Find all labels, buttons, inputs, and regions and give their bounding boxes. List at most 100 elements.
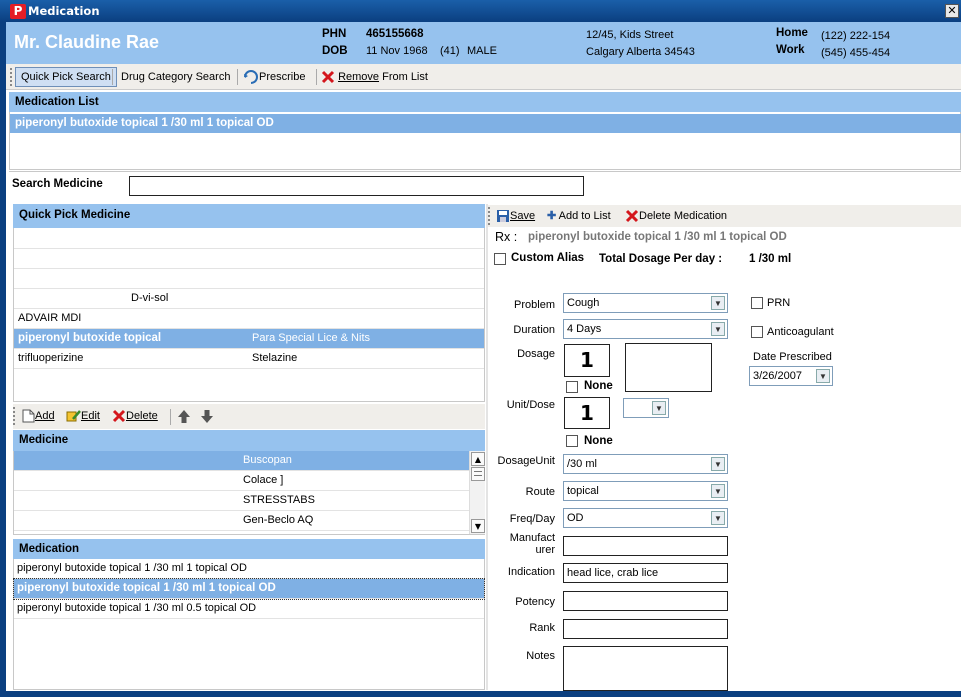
unit-dose-input[interactable]: 1 (564, 397, 610, 429)
anticoagulant-label: Anticoagulant (767, 326, 834, 338)
new-document-icon (22, 409, 35, 423)
freq-day-label: Freq/Day (509, 513, 555, 525)
duration-select[interactable]: 4 Days ▼ (563, 319, 728, 339)
chevron-down-icon: ▼ (652, 401, 666, 415)
quick-pick-row[interactable] (14, 229, 484, 249)
chevron-down-icon: ▼ (816, 369, 830, 383)
quick-pick-row[interactable]: ADVAIR MDI (14, 309, 484, 329)
rx-value: piperonyl butoxide topical 1 /30 ml 1 to… (528, 231, 787, 243)
medicine-row-selected[interactable]: Buscopan (14, 451, 469, 471)
delete-x-icon (625, 210, 639, 223)
close-button[interactable]: ✕ (945, 4, 959, 18)
freq-day-select[interactable]: OD ▼ (563, 508, 728, 528)
potency-field[interactable] (563, 591, 728, 611)
work-phone: (545) 455-454 (821, 47, 891, 59)
search-medicine-input[interactable] (129, 176, 584, 196)
scroll-down-icon[interactable]: ▼ (471, 519, 485, 533)
chevron-down-icon: ▼ (711, 322, 725, 336)
home-phone: (122) 222-154 (821, 30, 891, 42)
toolbar-grip[interactable] (13, 407, 16, 425)
delete-button[interactable]: Delete (109, 406, 164, 426)
delete-medication-button[interactable]: Delete Medication (622, 206, 733, 226)
home-label: Home (776, 27, 808, 39)
divider (9, 171, 961, 172)
title-bar: P Medication ✕ (0, 0, 961, 22)
quick-pick-row[interactable]: D-vi-sol (14, 289, 484, 309)
medicine-row[interactable]: Colace ] (14, 471, 469, 491)
unit-dose-select[interactable]: ▼ (623, 398, 669, 418)
dosage-input[interactable]: 1 (564, 344, 610, 377)
problem-label: Problem (514, 299, 555, 311)
delete-x-icon (321, 71, 335, 84)
save-disk-icon (497, 210, 509, 223)
toolbar-grip[interactable] (488, 207, 491, 225)
drug-category-search-button[interactable]: Drug Category Search (115, 67, 236, 87)
move-up-icon[interactable] (177, 409, 191, 424)
prescribe-button[interactable]: Prescribe (240, 67, 311, 87)
notes-label: Notes (526, 650, 555, 662)
rank-label: Rank (529, 622, 555, 634)
medication-header: Medication (13, 539, 485, 559)
remove-suffix-label: From List (382, 71, 428, 83)
custom-alias-checkbox[interactable] (494, 253, 506, 265)
plus-icon: ✚ (547, 210, 557, 222)
work-label: Work (776, 44, 805, 56)
medicine-row[interactable]: STRESSTABS (14, 491, 469, 511)
form-toolbar: Save ✚ Add to List Delete Medication (488, 205, 961, 227)
quick-pick-row[interactable]: trifluoperizine Stelazine (14, 349, 484, 369)
remove-from-list-button[interactable]: Remove From List (318, 67, 434, 87)
medication-row[interactable]: piperonyl butoxide topical 1 /30 ml 0.5 … (14, 599, 484, 619)
dosage-none-checkbox[interactable] (566, 381, 578, 393)
scroll-thumb[interactable] (471, 467, 485, 481)
manufacturer-field[interactable] (563, 536, 728, 556)
app-logo-icon: P (10, 4, 26, 19)
notes-field[interactable] (563, 646, 728, 691)
window-title: Medication (28, 4, 100, 18)
indication-label: Indication (507, 566, 555, 578)
quick-pick-row[interactable] (14, 249, 484, 269)
dosage-unit-select[interactable]: /30 ml ▼ (563, 454, 728, 474)
add-to-list-button[interactable]: ✚ Add to List (544, 206, 617, 226)
medicine-row[interactable]: Gen-Beclo AQ (14, 511, 469, 531)
edit-icon (66, 410, 81, 422)
toolbar-separator (112, 69, 113, 85)
problem-select[interactable]: Cough ▼ (563, 293, 728, 313)
medication-list-item[interactable]: piperonyl butoxide topical 1 /30 ml 1 to… (10, 114, 961, 133)
quick-pick-row-selected[interactable]: piperonyl butoxide topical Para Special L… (14, 329, 484, 349)
age-value: (41) (440, 45, 460, 57)
medicine-scrollbar[interactable]: ▲ ▼ (469, 451, 485, 534)
dosage-text-area[interactable] (625, 343, 712, 392)
quick-pick-row[interactable] (14, 269, 484, 289)
chevron-down-icon: ▼ (711, 484, 725, 498)
add-button[interactable]: Add (19, 406, 61, 426)
medication-list: piperonyl butoxide topical 1 /30 ml 1 to… (9, 112, 961, 170)
toolbar-separator (316, 69, 317, 85)
save-button[interactable]: Save (493, 206, 541, 226)
prn-checkbox[interactable] (751, 297, 763, 309)
scroll-up-icon[interactable]: ▲ (471, 452, 485, 466)
prescribe-label: Prescribe (259, 71, 306, 83)
move-down-icon[interactable] (200, 409, 214, 424)
unit-dose-none-label: None (584, 435, 613, 447)
medication-grid: piperonyl butoxide topical 1 /30 ml 1 to… (13, 559, 485, 690)
date-prescribed-picker[interactable]: 3/26/2007 ▼ (749, 366, 833, 386)
rank-field[interactable] (563, 619, 728, 639)
indication-field[interactable]: head lice, crab lice (563, 563, 728, 583)
panel-splitter[interactable] (486, 204, 488, 690)
list-toolbar: Add Edit Delete (13, 404, 485, 429)
prescribe-icon (244, 70, 258, 85)
patient-name: Mr. Claudine Rae (14, 32, 160, 52)
edit-button[interactable]: Edit (63, 406, 106, 426)
route-label: Route (525, 486, 555, 498)
phn-value: 465155668 (366, 28, 424, 40)
dob-label: DOB (322, 45, 348, 57)
toolbar-grip[interactable] (10, 68, 13, 86)
unit-dose-none-checkbox[interactable] (566, 435, 578, 447)
medication-row-selected[interactable]: piperonyl butoxide topical 1 /30 ml 1 to… (13, 578, 485, 600)
route-select[interactable]: topical ▼ (563, 481, 728, 501)
dosage-unit-label: DosageUnit (497, 455, 555, 467)
anticoagulant-checkbox[interactable] (751, 326, 763, 338)
medication-row[interactable]: piperonyl butoxide topical 1 /30 ml 1 to… (14, 559, 484, 579)
quick-pick-search-button[interactable]: Quick Pick Search (15, 67, 117, 87)
potency-label: Potency (515, 596, 555, 608)
